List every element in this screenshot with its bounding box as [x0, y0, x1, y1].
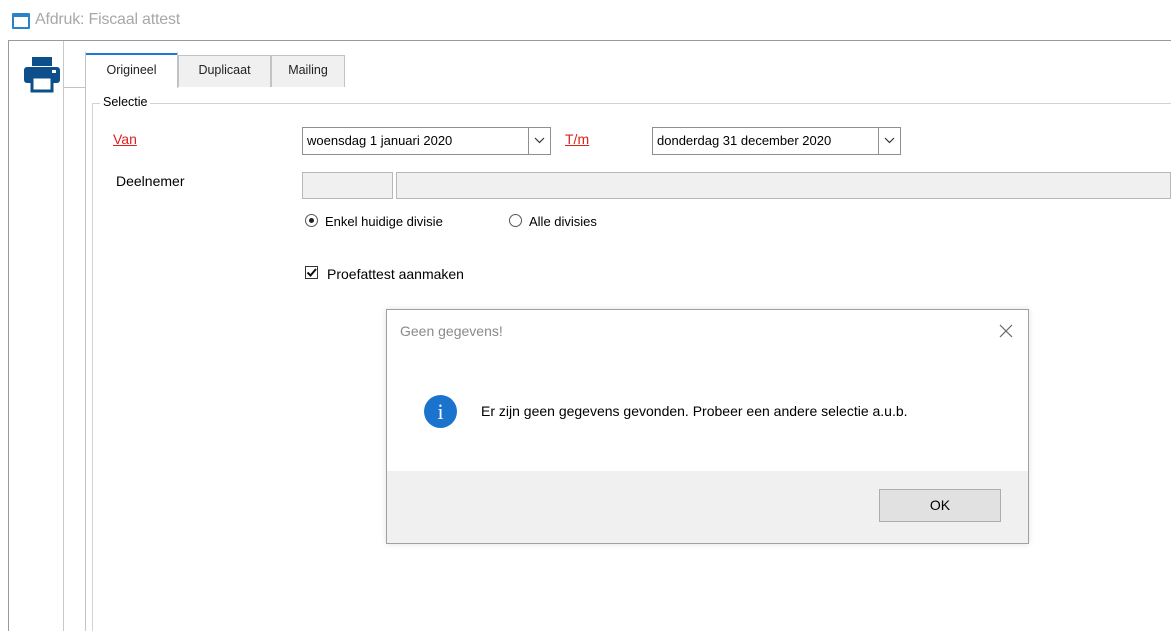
dialog-message: Er zijn geen gegevens gevonden. Probeer … [481, 403, 908, 419]
tab-label: Mailing [288, 63, 328, 77]
info-icon: i [424, 395, 457, 428]
chevron-down-icon [534, 137, 545, 144]
to-date-value: donderdag 31 december 2020 [657, 133, 832, 148]
tab-label: Duplicaat [198, 63, 251, 77]
window-title-bar: Afdruk: Fiscaal attest [0, 0, 1171, 40]
from-date-label: Van [113, 131, 137, 147]
tab-origineel[interactable]: Origineel [85, 51, 178, 88]
chevron-down-icon [884, 137, 895, 144]
printer-icon[interactable] [22, 55, 62, 93]
tab-label: Origineel [106, 63, 157, 77]
close-icon[interactable] [997, 322, 1015, 340]
proof-checkbox-label: Proefattest aanmaken [327, 266, 464, 282]
tab-duplicaat[interactable]: Duplicaat [178, 55, 271, 87]
no-data-dialog: Geen gegevens! i Er zijn geen gegevens g… [386, 309, 1029, 544]
selection-group-title: Selectie [100, 95, 151, 109]
from-date-value: woensdag 1 januari 2020 [307, 133, 453, 148]
to-date-dropdown-button[interactable] [878, 128, 900, 154]
participant-name-field[interactable] [396, 172, 1171, 199]
to-date-label: T/m [565, 131, 590, 147]
to-date-picker[interactable]: donderdag 31 december 2020 [652, 127, 901, 155]
dialog-footer: OK [387, 471, 1028, 543]
participant-code-field[interactable] [302, 172, 393, 199]
from-date-picker[interactable]: woensdag 1 januari 2020 [302, 127, 551, 155]
dialog-title: Geen gegevens! [400, 323, 503, 339]
window-icon [12, 13, 30, 29]
radio-all-divisions-label: Alle divisies [529, 214, 597, 229]
left-toolbar [9, 41, 64, 631]
proof-checkbox[interactable] [305, 266, 318, 279]
from-date-dropdown-button[interactable] [528, 128, 550, 154]
tab-mailing[interactable]: Mailing [271, 55, 345, 87]
radio-current-division-label: Enkel huidige divisie [325, 214, 443, 229]
window-title: Afdruk: Fiscaal attest [35, 11, 180, 28]
radio-all-divisions[interactable] [509, 214, 522, 227]
checkmark-icon [306, 268, 317, 277]
participant-label: Deelnemer [116, 173, 185, 189]
ok-button[interactable]: OK [879, 489, 1001, 522]
radio-current-division[interactable] [305, 214, 318, 227]
